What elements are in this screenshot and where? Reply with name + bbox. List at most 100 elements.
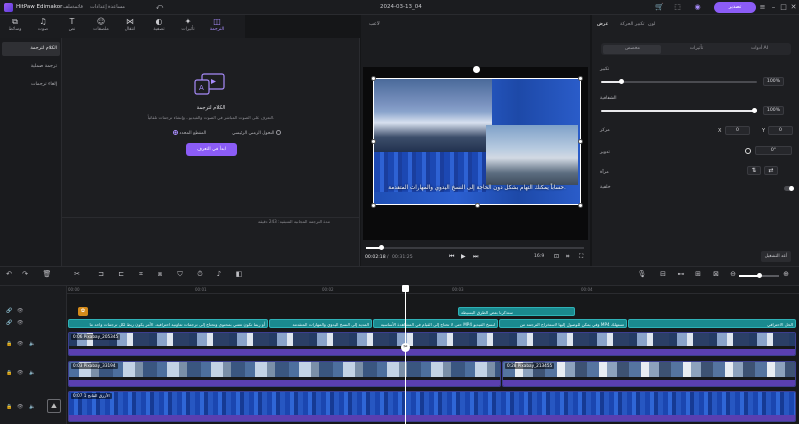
- pos-y-input[interactable]: 0: [768, 126, 793, 135]
- playhead-handle[interactable]: [402, 285, 409, 292]
- track-visibility-icon[interactable]: 👁: [17, 341, 23, 347]
- play-icon[interactable]: ▶: [461, 253, 466, 260]
- text-clip[interactable]: ستذكرنا بعض الطرق البسيطة: [458, 307, 575, 316]
- freeze-icon[interactable]: ⧈: [155, 270, 165, 279]
- delete-icon[interactable]: 🗑: [42, 270, 52, 278]
- resize-handle-r[interactable]: [578, 139, 583, 144]
- track-lock-icon[interactable]: 🔒: [6, 341, 12, 347]
- crop-tool-icon[interactable]: ⌗: [136, 270, 146, 279]
- scale-value[interactable]: 100%: [763, 77, 784, 86]
- subtitle-clip[interactable]: حتى لا تحتاج إلى القيام في المشاهدة الأس…: [373, 319, 498, 328]
- flip-horizontal-icon[interactable]: ⇄: [764, 166, 778, 175]
- tool-effects[interactable]: ✦ تأثيرات: [175, 16, 201, 37]
- resize-handle-tr[interactable]: [578, 76, 583, 81]
- trim-right-icon[interactable]: ⊏: [116, 270, 126, 278]
- video-clip[interactable]: 0:06 Pixabay_205345: [68, 332, 796, 356]
- subtitle-clip[interactable]: وفي يمكن للوصول إليها لاستخراج الترجمة م…: [499, 319, 627, 328]
- nav-speech-to-text[interactable]: الكلام لترجمة: [2, 42, 60, 56]
- next-frame-icon[interactable]: ⏭: [473, 253, 478, 261]
- split-icon[interactable]: ✂: [72, 270, 82, 278]
- reset-button[interactable]: أعد التشغيل: [761, 251, 791, 262]
- track-visibility-icon[interactable]: 👁: [17, 370, 23, 376]
- subtab-ai-tools[interactable]: أدوات AI: [728, 46, 791, 51]
- time-ruler[interactable]: [67, 286, 799, 294]
- track-mute-icon[interactable]: 🔈: [29, 370, 35, 376]
- fit-icon[interactable]: ⊠: [711, 270, 721, 278]
- track-lock-icon[interactable]: 🔒: [6, 370, 12, 376]
- radio-main-timeline[interactable]: التحول الزمني الرئيسي: [232, 130, 282, 136]
- menu-help[interactable]: مساعدة: [108, 4, 125, 10]
- close-icon[interactable]: ✕: [789, 3, 798, 12]
- subtitle-clip[interactable]: أو ربما تكون تعتني بمحتوى وتحتاج إلى ترج…: [68, 319, 268, 328]
- zoom-slider-knob[interactable]: [757, 273, 762, 278]
- tool-audio[interactable]: ♫ صوت: [30, 16, 56, 37]
- minimize-icon[interactable]: –: [769, 3, 778, 12]
- video-clip[interactable]: الأزرق الفاتح 1 0:07: [68, 391, 796, 422]
- gift-icon[interactable]: ⬚: [673, 3, 682, 12]
- cover-image-icon[interactable]: ⛰: [47, 399, 61, 413]
- split-scissors-icon[interactable]: ✂: [401, 343, 410, 352]
- tab-color[interactable]: لون: [648, 22, 655, 27]
- redo-icon[interactable]: ↷: [20, 270, 30, 278]
- speed-icon[interactable]: ⏱: [195, 270, 205, 279]
- tool-filter[interactable]: ◐ تصفية: [146, 16, 172, 37]
- prev-frame-icon[interactable]: ⏮: [449, 253, 454, 261]
- trim-left-icon[interactable]: ⊐: [96, 270, 106, 278]
- track-lock-icon[interactable]: 🔒: [6, 404, 12, 410]
- start-recognition-button[interactable]: ابدأ في التعرف: [186, 143, 237, 156]
- blur-toggle[interactable]: [784, 186, 794, 191]
- rotate-dial-icon[interactable]: [745, 148, 751, 154]
- tool-transition[interactable]: ⋈ انتقال: [117, 16, 143, 37]
- marker-icon[interactable]: ⛉: [175, 270, 185, 279]
- pos-x-input[interactable]: 0: [725, 126, 750, 135]
- audio-detach-icon[interactable]: ♪: [214, 270, 224, 278]
- video-clip[interactable]: 0:03 Pixabay_33194: [68, 361, 501, 387]
- snapshot-icon[interactable]: ⊡: [554, 253, 559, 260]
- menu-file[interactable]: ملف: [63, 4, 73, 10]
- resize-handle-l[interactable]: [371, 139, 376, 144]
- tool-subtitle[interactable]: ◫ الترجمة: [204, 16, 230, 37]
- radio-selected-clip[interactable]: المقطع المحدد: [171, 130, 206, 136]
- fullscreen-icon[interactable]: ⛶: [579, 253, 583, 261]
- tool-stickers[interactable]: ☺ ملصقات: [88, 16, 114, 37]
- opacity-slider-knob[interactable]: [752, 108, 757, 113]
- track-lock-icon[interactable]: 🔗: [6, 320, 12, 326]
- resize-handle-br[interactable]: [578, 203, 583, 208]
- crop-icon[interactable]: ⌗: [566, 253, 569, 261]
- subtitle-clip[interactable]: الحل الاحترافي: [628, 319, 796, 328]
- tab-display[interactable]: عرض: [597, 22, 608, 27]
- preview-scrubber[interactable]: [366, 247, 584, 249]
- export-button[interactable]: تصدير: [714, 2, 756, 13]
- rotate-handle[interactable]: [473, 66, 480, 73]
- cart-icon[interactable]: 🛒: [655, 3, 664, 12]
- resize-handle-tl[interactable]: [371, 76, 376, 81]
- resize-handle-bl[interactable]: [371, 203, 376, 208]
- preview-subtitle[interactable]: حساباً يمكنك التهام بشكل دون الحاجة إلى …: [373, 185, 581, 191]
- zoom-out-icon[interactable]: ⊖: [728, 270, 738, 278]
- nav-auto-subtitle[interactable]: ترجمة صملية: [2, 60, 60, 74]
- rotate-input[interactable]: 0°: [755, 146, 792, 155]
- maximize-icon[interactable]: □: [779, 3, 788, 12]
- tool-media[interactable]: ⧉ وسائط: [2, 16, 28, 37]
- video-clip[interactable]: 0:28 Pixabay_213455: [502, 361, 796, 387]
- link-icon[interactable]: ⊷: [676, 270, 686, 278]
- flip-vertical-icon[interactable]: ⇅: [747, 166, 761, 175]
- track-visibility-icon[interactable]: 👁: [17, 320, 23, 326]
- nav-remove-subtitle[interactable]: إلغاء ترجمات: [2, 78, 60, 92]
- track-mute-icon[interactable]: 🔈: [29, 341, 35, 347]
- account-icon[interactable]: ◉: [693, 3, 702, 12]
- subtitle-clip[interactable]: المدية إلى النسخ اليدوي والمهارات المتقد…: [269, 319, 372, 328]
- effect-clip[interactable]: ✿: [78, 307, 88, 316]
- undo-icon[interactable]: ↶: [4, 270, 14, 278]
- split-view-icon[interactable]: ⊞: [693, 270, 703, 278]
- subtab-effects[interactable]: تأثيرات: [665, 46, 728, 51]
- mask-icon[interactable]: ◧: [234, 270, 244, 278]
- resize-handle-b[interactable]: [475, 203, 480, 208]
- track-mute-icon[interactable]: 🔈: [29, 404, 35, 410]
- track-visibility-icon[interactable]: 👁: [17, 404, 23, 410]
- playhead[interactable]: [405, 286, 406, 424]
- track-visibility-icon[interactable]: 👁: [17, 308, 23, 314]
- zoom-in-icon[interactable]: ⊕: [781, 270, 791, 278]
- scale-slider[interactable]: [601, 81, 757, 83]
- menu-settings[interactable]: إعدادات: [90, 4, 107, 10]
